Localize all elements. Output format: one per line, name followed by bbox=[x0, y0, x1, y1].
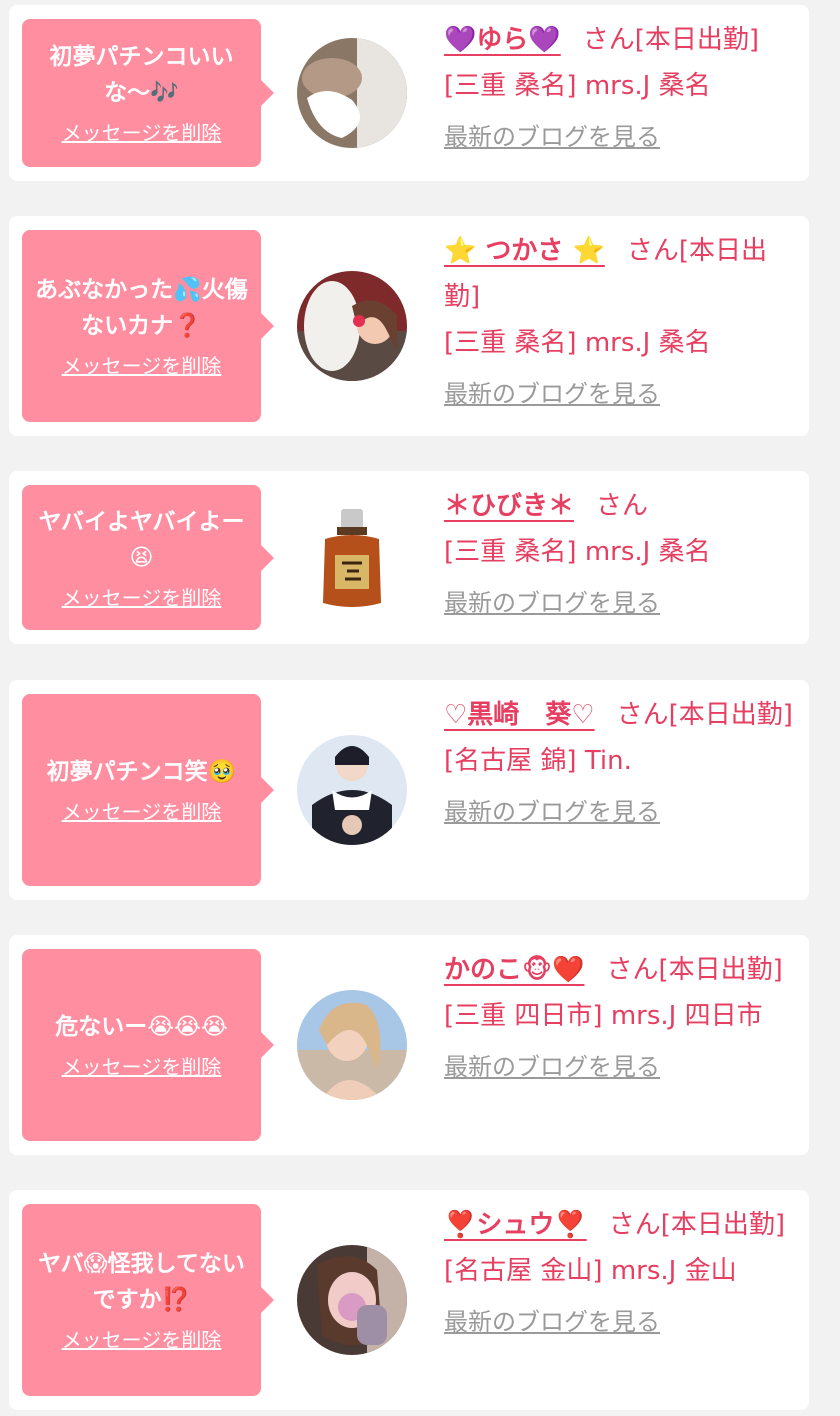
location-label: [三重 桑名] mrs.J 桑名 bbox=[444, 328, 711, 358]
status-label: [本日出勤] bbox=[658, 955, 783, 985]
location-label: [三重 四日市] mrs.J 四日市 bbox=[444, 1001, 763, 1031]
latest-blog-link[interactable]: 最新のブログを見る bbox=[444, 1304, 660, 1340]
message-text: ヤバ😱怪我してないですか⁉️ bbox=[38, 1251, 245, 1313]
avatar-photo-icon bbox=[297, 990, 407, 1100]
profile-name-link[interactable]: ＊ひびき＊ bbox=[444, 491, 574, 521]
honorific-label: さん bbox=[606, 955, 659, 985]
delete-message-link[interactable]: メッセージを削除 bbox=[62, 798, 222, 826]
profile-info: ＊ひびき＊ さん [三重 桑名] mrs.J 桑名 最新のブログを見る bbox=[444, 483, 796, 626]
avatar-photo-icon bbox=[297, 1245, 407, 1355]
whisky-bottle-icon bbox=[297, 503, 407, 613]
profile-info: かのこ🐵❤️ さん[本日出勤] [三重 四日市] mrs.J 四日市 最新のブログ… bbox=[444, 947, 796, 1090]
avatar-photo-icon bbox=[297, 271, 407, 381]
honorific-label: さん bbox=[616, 700, 669, 730]
message-card: ヤバイよヤバイよー😫 メッセージを削除 ＊ひびき＊ さん [三重 桑名] mrs.… bbox=[9, 471, 809, 644]
profile-info: ⭐️ つかさ ⭐️ さん[本日出勤] [三重 桑名] mrs.J 桑名 最新のブロ… bbox=[444, 228, 796, 417]
message-card: あぶなかった💦火傷ないカナ❓ メッセージを削除 ⭐️ つかさ ⭐️ さん[本日出勤… bbox=[9, 216, 809, 436]
avatar-photo-icon bbox=[297, 735, 407, 845]
delete-message-link[interactable]: メッセージを削除 bbox=[62, 1053, 222, 1081]
location-label: [三重 桑名] mrs.J 桑名 bbox=[444, 537, 711, 567]
message-text: 初夢パチンコ笑🥹 bbox=[46, 759, 237, 785]
status-label: [本日出勤] bbox=[668, 700, 793, 730]
avatar[interactable] bbox=[297, 1245, 407, 1355]
profile-name-link[interactable]: かのこ🐵❤️ bbox=[444, 955, 584, 985]
avatar-photo-icon bbox=[297, 38, 407, 148]
message-bubble: あぶなかった💦火傷ないカナ❓ メッセージを削除 bbox=[22, 230, 274, 422]
message-text: あぶなかった💦火傷ないカナ❓ bbox=[35, 277, 248, 339]
message-text: 危ないー😭😭😭 bbox=[55, 1014, 228, 1040]
latest-blog-link[interactable]: 最新のブログを見る bbox=[444, 1049, 660, 1085]
avatar[interactable] bbox=[297, 735, 407, 845]
location-label: [三重 桑名] mrs.J 桑名 bbox=[444, 71, 711, 101]
latest-blog-link[interactable]: 最新のブログを見る bbox=[444, 585, 660, 621]
delete-message-link[interactable]: メッセージを削除 bbox=[62, 1326, 222, 1354]
delete-message-link[interactable]: メッセージを削除 bbox=[62, 352, 222, 380]
message-card: 初夢パチンコいいな〜🎶 メッセージを削除 💜ゆら💜 さん[本日出勤] [三重 桑名… bbox=[9, 5, 809, 181]
latest-blog-link[interactable]: 最新のブログを見る bbox=[444, 794, 660, 830]
avatar[interactable] bbox=[297, 503, 407, 613]
message-bubble: ヤバイよヤバイよー😫 メッセージを削除 bbox=[22, 485, 274, 630]
location-label: [名古屋 金山] mrs.J 金山 bbox=[444, 1256, 737, 1286]
message-card: 初夢パチンコ笑🥹 メッセージを削除 ♡黒崎 葵♡ さん[本日出勤] [名古屋 錦]… bbox=[9, 680, 809, 900]
avatar[interactable] bbox=[297, 38, 407, 148]
honorific-label: さん bbox=[582, 25, 635, 55]
profile-name-link[interactable]: ♡黒崎 葵♡ bbox=[444, 700, 595, 730]
latest-blog-link[interactable]: 最新のブログを見る bbox=[444, 119, 660, 155]
status-label: [本日出勤] bbox=[660, 1210, 786, 1240]
delete-message-link[interactable]: メッセージを削除 bbox=[62, 584, 222, 612]
honorific-label: さん bbox=[626, 236, 679, 266]
message-bubble: 初夢パチンコいいな〜🎶 メッセージを削除 bbox=[22, 19, 274, 167]
message-text: ヤバイよヤバイよー😫 bbox=[38, 508, 245, 571]
message-card: ヤバ😱怪我してないですか⁉️ メッセージを削除 ❣️シュウ❣️ さん[本日出勤] … bbox=[9, 1190, 809, 1410]
profile-name-link[interactable]: 💜ゆら💜 bbox=[444, 25, 561, 55]
latest-blog-link[interactable]: 最新のブログを見る bbox=[444, 376, 660, 412]
message-list: 初夢パチンコいいな〜🎶 メッセージを削除 💜ゆら💜 さん[本日出勤] [三重 桑名… bbox=[0, 0, 840, 1416]
message-text: 初夢パチンコいいな〜🎶 bbox=[49, 44, 234, 106]
message-bubble: ヤバ😱怪我してないですか⁉️ メッセージを削除 bbox=[22, 1204, 274, 1396]
message-card: 危ないー😭😭😭 メッセージを削除 かのこ🐵❤️ さん[本日出勤] [三重 四日市]… bbox=[9, 935, 809, 1155]
profile-info: ♡黒崎 葵♡ さん[本日出勤] [名古屋 錦] Tin. 最新のブログを見る bbox=[444, 692, 796, 835]
status-label: [本日出勤] bbox=[634, 25, 760, 55]
profile-info: ❣️シュウ❣️ さん[本日出勤] [名古屋 金山] mrs.J 金山 最新のブログ… bbox=[444, 1202, 796, 1345]
location-label: [名古屋 錦] Tin. bbox=[444, 746, 632, 776]
avatar[interactable] bbox=[297, 990, 407, 1100]
avatar[interactable] bbox=[297, 271, 407, 381]
profile-name-link[interactable]: ❣️シュウ❣️ bbox=[444, 1210, 587, 1240]
delete-message-link[interactable]: メッセージを削除 bbox=[62, 119, 222, 147]
profile-name-link[interactable]: ⭐️ つかさ ⭐️ bbox=[444, 236, 605, 266]
message-bubble: 危ないー😭😭😭 メッセージを削除 bbox=[22, 949, 274, 1141]
honorific-label: さん bbox=[596, 491, 649, 521]
honorific-label: さん bbox=[608, 1210, 661, 1240]
profile-info: 💜ゆら💜 さん[本日出勤] [三重 桑名] mrs.J 桑名 最新のブログを見る bbox=[444, 17, 796, 160]
message-bubble: 初夢パチンコ笑🥹 メッセージを削除 bbox=[22, 694, 274, 886]
